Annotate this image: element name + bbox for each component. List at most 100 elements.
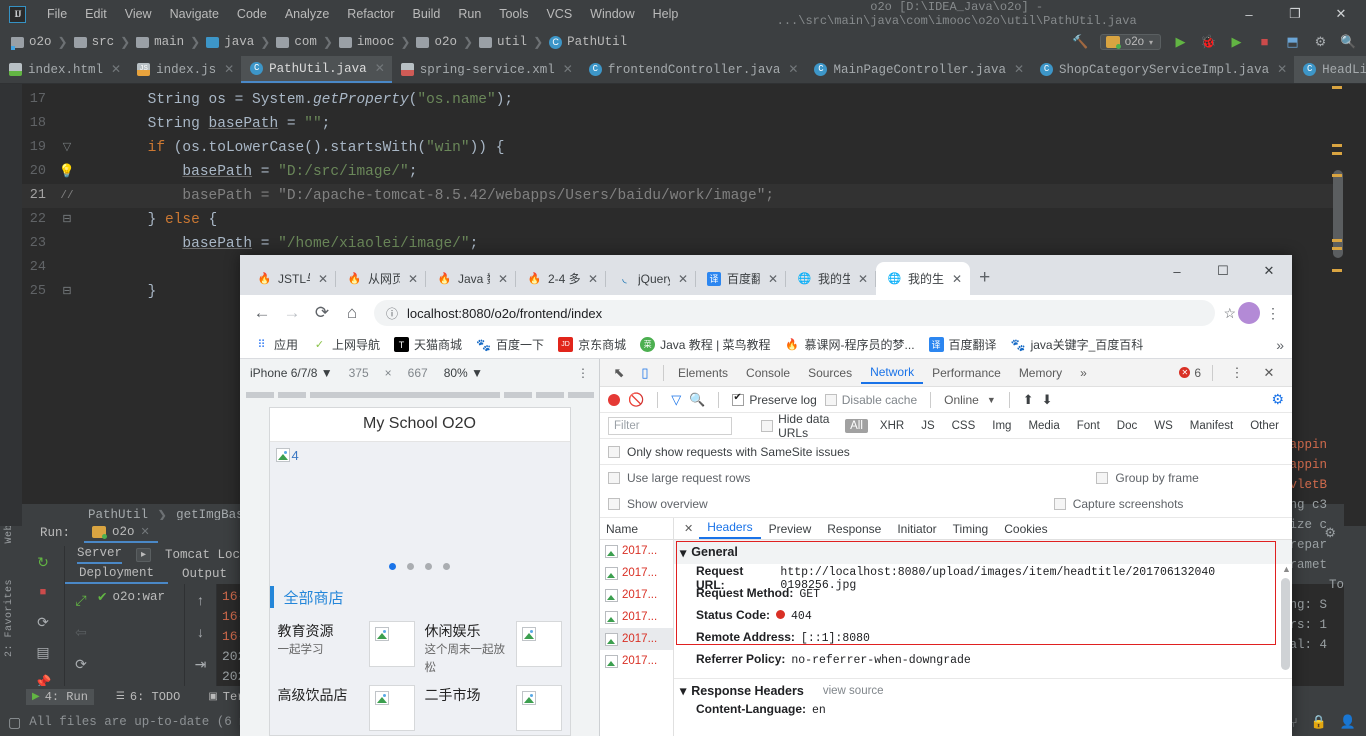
menu-edit[interactable]: Edit bbox=[76, 5, 116, 23]
bookmark-apps[interactable]: ⠿ 应用 bbox=[248, 334, 304, 355]
ide-maximize-button[interactable]: ❐ bbox=[1272, 0, 1318, 28]
run-button-icon[interactable]: ▶ bbox=[1172, 34, 1189, 51]
chrome-tab-webpage[interactable]: 🔥 从网页 ✕ bbox=[336, 262, 426, 295]
filter-icon[interactable]: ▽ bbox=[671, 392, 681, 408]
type-filter-other[interactable]: Other bbox=[1245, 419, 1284, 433]
breadcrumb-imooc[interactable]: imooc bbox=[336, 35, 398, 49]
profile-avatar[interactable] bbox=[1238, 302, 1260, 324]
type-filter-js[interactable]: JS bbox=[916, 419, 939, 433]
request-list-header[interactable]: Name bbox=[600, 518, 673, 540]
close-icon[interactable]: ✕ bbox=[678, 272, 688, 286]
chrome-tab-baidu-fanyi[interactable]: 译 百度翻 ✕ bbox=[696, 262, 786, 295]
run-coverage-icon[interactable]: ▶ bbox=[1228, 34, 1245, 51]
scroll-up-icon[interactable]: ↑ bbox=[191, 590, 211, 610]
bookmarks-overflow-icon[interactable]: » bbox=[1276, 337, 1284, 353]
bookmark-baidu-fanyi[interactable]: 译 百度翻译 bbox=[923, 334, 1003, 355]
chrome-close-button[interactable]: ✕ bbox=[1246, 255, 1292, 287]
tab-timing[interactable]: Timing bbox=[945, 520, 997, 538]
tab-preview[interactable]: Preview bbox=[761, 520, 820, 538]
chrome-tab-mysite-1[interactable]: 🌐 我的生 ✕ bbox=[786, 262, 876, 295]
settings-gear-icon[interactable]: ⚙ bbox=[1312, 34, 1329, 51]
headers-scrollbar[interactable]: ▲ bbox=[1281, 564, 1291, 728]
request-row[interactable]: 2017... bbox=[600, 562, 673, 584]
network-settings-gear-icon[interactable]: ⚙ bbox=[1271, 391, 1284, 408]
close-icon[interactable]: ✕ bbox=[858, 272, 868, 286]
bookmark-java-keyword-baike[interactable]: 🐾 java关键字_百度百科 bbox=[1005, 334, 1150, 355]
close-icon[interactable]: ✕ bbox=[224, 62, 234, 77]
intention-bulb-icon[interactable]: 💡 bbox=[56, 160, 78, 184]
response-headers-section-header[interactable]: ▾ Response Headers view source bbox=[674, 678, 1292, 702]
carousel-dot[interactable] bbox=[389, 563, 396, 571]
deploy-icon[interactable]: ⤢ bbox=[71, 590, 91, 610]
ide-minimize-button[interactable]: – bbox=[1226, 0, 1272, 28]
device-toolbar-toggle-icon[interactable]: ▯ bbox=[632, 361, 658, 385]
tab-response[interactable]: Response bbox=[819, 520, 889, 538]
category-item[interactable]: 休闲娱乐 这个周末一起放松 bbox=[423, 617, 564, 681]
tab-console[interactable]: Console bbox=[737, 362, 799, 384]
type-filter-xhr[interactable]: XHR bbox=[875, 419, 909, 433]
category-item[interactable]: 教育资源 一起学习 bbox=[276, 617, 417, 681]
bookmark-jd[interactable]: JD 京东商城 bbox=[552, 334, 632, 355]
rail-favorites[interactable]: 2: Favorites bbox=[4, 579, 15, 657]
chrome-menu-icon[interactable]: ⋮ bbox=[1262, 305, 1284, 322]
breadcrumb-main[interactable]: main bbox=[133, 35, 187, 49]
tab-server[interactable]: Server bbox=[77, 546, 123, 564]
expand-icon[interactable]: ▸ bbox=[136, 548, 152, 562]
close-icon[interactable]: ✕ bbox=[141, 525, 150, 539]
device-preset-dropdown[interactable]: iPhone 6/7/8 ▼ bbox=[250, 366, 333, 380]
tab-memory[interactable]: Memory bbox=[1010, 362, 1071, 384]
inspections-icon[interactable]: 👤 bbox=[1340, 714, 1356, 730]
bookmark-tmall[interactable]: T 天猫商城 bbox=[388, 334, 468, 355]
editor-scrollbar[interactable] bbox=[1333, 170, 1343, 258]
chrome-minimize-button[interactable]: – bbox=[1154, 255, 1200, 287]
close-icon[interactable]: ✕ bbox=[498, 272, 508, 286]
editor-tab-index-js[interactable]: JS index.js ✕ bbox=[128, 56, 241, 83]
type-filter-css[interactable]: CSS bbox=[947, 419, 981, 433]
search-icon[interactable]: 🔍 bbox=[1340, 34, 1357, 51]
home-button[interactable]: ⌂ bbox=[338, 299, 366, 327]
menu-refactor[interactable]: Refactor bbox=[338, 5, 403, 23]
type-filter-img[interactable]: Img bbox=[987, 419, 1016, 433]
chrome-tab-jstl[interactable]: 🔥 JSTL与 ✕ bbox=[246, 262, 336, 295]
type-filter-media[interactable]: Media bbox=[1023, 419, 1064, 433]
samesite-issues-checkbox[interactable]: Only show requests with SameSite issues bbox=[608, 445, 850, 459]
bookmark-hao123[interactable]: ✓ 上网导航 bbox=[306, 334, 386, 355]
request-row[interactable]: 2017... bbox=[600, 650, 673, 672]
toolwindow-run[interactable]: ▶ 4: Run bbox=[26, 689, 94, 705]
breadcrumb-com[interactable]: com bbox=[273, 35, 320, 49]
error-stripe-marker[interactable] bbox=[1332, 239, 1342, 242]
inspect-element-icon[interactable]: ⬉ bbox=[606, 361, 632, 385]
bookmark-imooc[interactable]: 🔥 慕课网-程序员的梦... bbox=[779, 334, 921, 355]
deployment-item[interactable]: ✔ o2o:war bbox=[97, 589, 184, 605]
menu-code[interactable]: Code bbox=[228, 5, 276, 23]
editor-tab-pathutil-java[interactable]: C PathUtil.java ✕ bbox=[241, 56, 392, 83]
close-icon[interactable]: ✕ bbox=[375, 61, 385, 76]
carousel-dot[interactable] bbox=[407, 563, 414, 571]
close-icon[interactable]: ✕ bbox=[318, 272, 328, 286]
menu-help[interactable]: Help bbox=[644, 5, 688, 23]
breadcrumb-pathutil[interactable]: C PathUtil bbox=[546, 35, 630, 49]
tab-network[interactable]: Network bbox=[861, 361, 924, 384]
carousel-dot[interactable] bbox=[425, 563, 432, 571]
breadcrumb-o2o[interactable]: o2o bbox=[8, 35, 55, 50]
headers-scroll-area[interactable]: ▾ General Request URL: http://localhost:… bbox=[674, 540, 1292, 736]
bookmark-baidu[interactable]: 🐾 百度一下 bbox=[470, 334, 550, 355]
menu-analyze[interactable]: Analyze bbox=[276, 5, 338, 23]
view-source-link[interactable]: view source bbox=[823, 685, 884, 697]
category-item[interactable]: 高级饮品店 bbox=[276, 681, 417, 735]
record-button-icon[interactable] bbox=[608, 393, 620, 406]
refresh-icon[interactable]: ⟳ bbox=[71, 654, 91, 674]
editor-tab-headlined-java[interactable]: C HeadLineD bbox=[1294, 56, 1366, 83]
reload-button[interactable]: ⟳ bbox=[308, 299, 336, 327]
request-row[interactable]: 2017... bbox=[600, 584, 673, 606]
request-row[interactable]: 2017... bbox=[600, 540, 673, 562]
menu-vcs[interactable]: VCS bbox=[537, 5, 581, 23]
menu-window[interactable]: Window bbox=[581, 5, 643, 23]
breadcrumb-java[interactable]: java bbox=[203, 35, 257, 49]
chevron-down-icon[interactable]: ▼ bbox=[987, 395, 996, 405]
type-filter-doc[interactable]: Doc bbox=[1112, 419, 1142, 433]
stop-icon[interactable]: ■ bbox=[33, 582, 53, 602]
tab-headers[interactable]: Headers bbox=[699, 518, 761, 539]
show-overview-checkbox[interactable]: Show overview bbox=[600, 497, 708, 511]
error-stripe-marker[interactable] bbox=[1332, 144, 1342, 147]
